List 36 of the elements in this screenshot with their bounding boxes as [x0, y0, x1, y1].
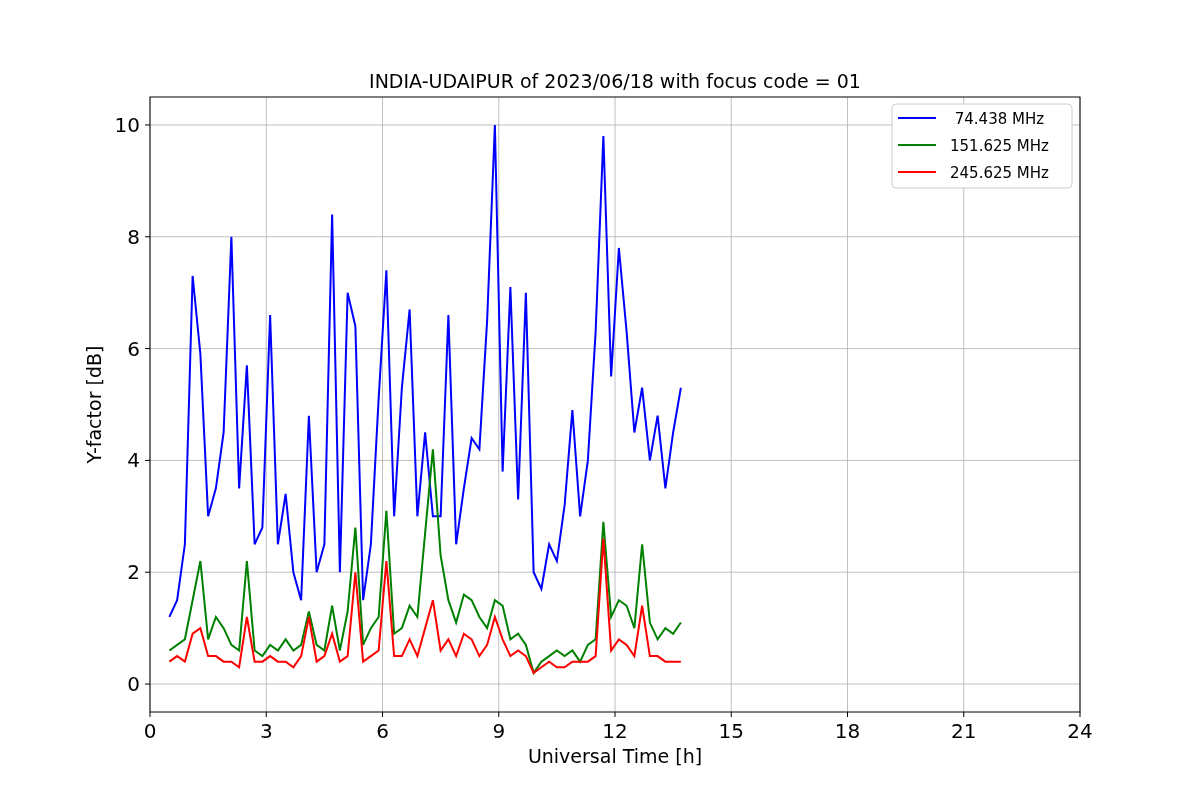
- tick-mark: [382, 711, 383, 718]
- tick-label: 6: [127, 336, 140, 361]
- tick-mark: [1079, 711, 1081, 718]
- tick-mark: [144, 236, 151, 238]
- tick-mark: [265, 711, 267, 718]
- tick-label: 12: [602, 719, 628, 743]
- tick-mark: [614, 711, 616, 718]
- tick-mark: [144, 348, 151, 350]
- tick-mark: [144, 124, 151, 126]
- tick-mark: [149, 711, 151, 718]
- legend-label: 74.438 MHz: [954, 110, 1045, 128]
- tick-label: 18: [834, 719, 861, 743]
- tick-label: 6: [376, 719, 389, 743]
- tick-label: 9: [492, 719, 506, 743]
- tick-label: 8: [127, 224, 140, 249]
- axis-label: Universal Time [h]: [527, 745, 703, 767]
- tick-label: 3: [259, 719, 273, 743]
- chart-title: INDIA-UDAIPUR of 2023/06/18 with focus code = 01: [369, 70, 861, 92]
- tick-mark: [144, 683, 151, 685]
- tick-mark: [963, 711, 965, 718]
- tick-label: 21: [951, 719, 977, 743]
- tick-label: 24: [1067, 719, 1093, 743]
- tick-mark: [144, 571, 151, 573]
- tick-label: 15: [718, 719, 744, 743]
- tick-label: 2: [127, 560, 140, 585]
- tick-mark: [144, 459, 151, 461]
- tick-label: 0: [143, 719, 157, 743]
- tick-label: 4: [127, 448, 140, 473]
- axis-label: Y-factor [dB]: [83, 345, 105, 464]
- legend-label: 151.625 MHz: [950, 137, 1049, 155]
- tick-mark: [730, 711, 732, 718]
- tick-mark: [847, 711, 848, 718]
- legend-label: 245.625 MHz: [950, 164, 1049, 182]
- tick-label: 0: [127, 672, 140, 697]
- tick-label: 10: [114, 112, 140, 137]
- tick-mark: [498, 711, 500, 718]
